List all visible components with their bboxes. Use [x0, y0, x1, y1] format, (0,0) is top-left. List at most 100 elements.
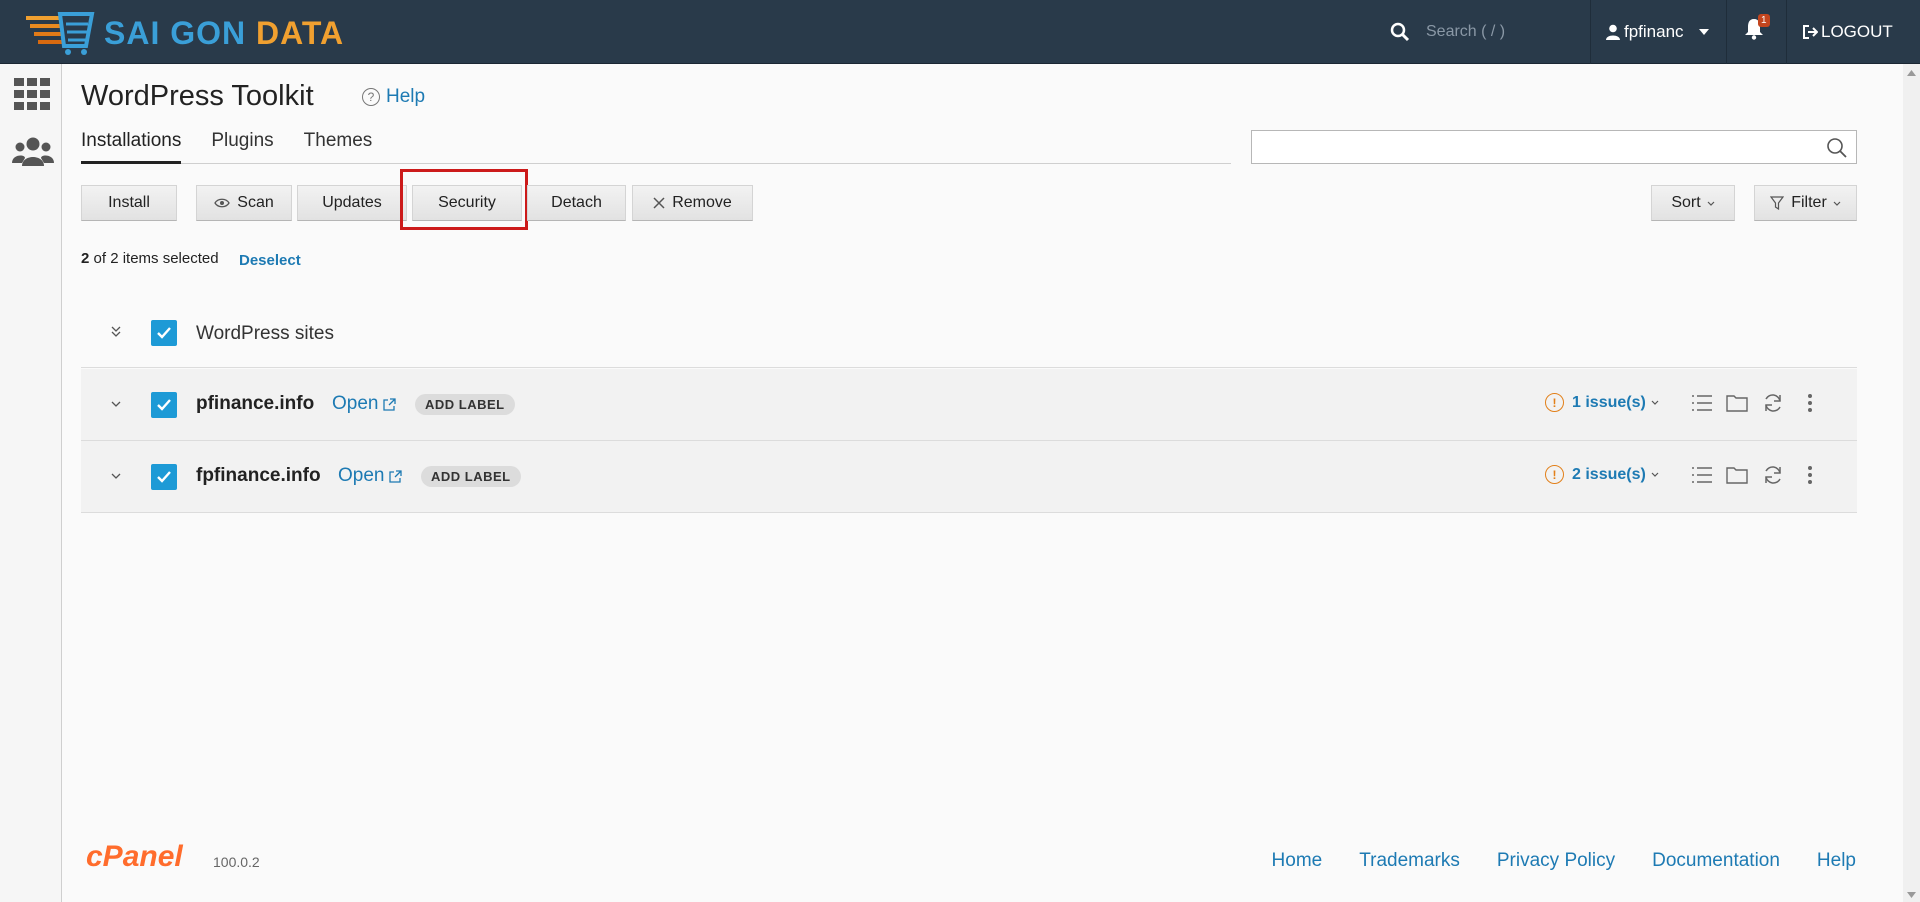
global-search-input[interactable] [1424, 22, 1574, 42]
tab-installations[interactable]: Installations [81, 130, 182, 164]
site-checkbox[interactable] [151, 392, 177, 418]
issues-link[interactable]: ! 1 issue(s) [1545, 393, 1659, 412]
install-button[interactable]: Install [81, 185, 177, 221]
chevron-down-icon [1833, 201, 1841, 206]
cart-logo-icon [26, 12, 95, 55]
more-options-icon[interactable] [1807, 393, 1813, 413]
add-label-chip[interactable]: ADD LABEL [421, 466, 521, 487]
checkmark-icon [157, 327, 171, 339]
footer-link-documentation[interactable]: Documentation [1652, 850, 1780, 872]
add-label-chip[interactable]: ADD LABEL [415, 394, 515, 415]
brand-name-part2: DATA [256, 14, 345, 51]
chevron-down-icon[interactable] [109, 470, 123, 484]
apps-grid-icon[interactable] [14, 78, 50, 110]
divider [1786, 0, 1787, 64]
cpanel-logo[interactable]: cPanel [86, 840, 183, 874]
users-icon[interactable] [12, 136, 54, 166]
footer-links: Home Trademarks Privacy Policy Documenta… [1235, 850, 1856, 872]
chevron-down-icon [1651, 400, 1659, 405]
help-link[interactable]: ? Help [362, 86, 425, 108]
notifications-button[interactable]: 1 [1744, 14, 1770, 46]
scroll-down-icon[interactable] [1907, 892, 1916, 898]
warning-icon: ! [1545, 465, 1564, 484]
checkmark-icon [157, 471, 171, 483]
issues-label: 1 issue(s) [1572, 393, 1646, 411]
site-row: fpfinance.info Open ADD LABEL ! 2 issue(… [81, 441, 1857, 513]
selection-suffix: of 2 items selected [93, 250, 219, 267]
external-link-icon [389, 469, 403, 483]
open-label: Open [338, 465, 385, 486]
search-icon[interactable] [1826, 137, 1848, 159]
scan-label: Scan [237, 194, 274, 211]
tab-themes[interactable]: Themes [304, 130, 373, 164]
chevron-down-icon [1651, 472, 1659, 477]
folder-icon[interactable] [1726, 465, 1748, 485]
group-row: WordPress sites [81, 300, 1857, 368]
site-name[interactable]: fpfinance.info [196, 465, 321, 487]
page-scrollbar[interactable] [1903, 64, 1920, 902]
filter-button[interactable]: Filter [1754, 185, 1857, 221]
help-label: Help [386, 86, 426, 107]
deselect-link[interactable]: Deselect [239, 252, 301, 269]
sort-label: Sort [1671, 194, 1701, 211]
tab-plugins[interactable]: Plugins [211, 130, 273, 164]
sort-button[interactable]: Sort [1651, 185, 1735, 221]
security-button[interactable]: Security [412, 185, 522, 221]
remove-label: Remove [672, 194, 732, 211]
open-label: Open [332, 393, 379, 414]
scan-button[interactable]: Scan [196, 185, 292, 221]
brand-logo[interactable]: SAI GON DATA [26, 10, 344, 56]
search-icon[interactable] [1390, 22, 1410, 42]
updates-button[interactable]: Updates [297, 185, 407, 221]
installations-search[interactable] [1251, 130, 1857, 164]
divider [1590, 0, 1591, 64]
site-name[interactable]: pfinance.info [196, 393, 314, 415]
more-options-icon[interactable] [1807, 465, 1813, 485]
footer-link-home[interactable]: Home [1272, 850, 1323, 872]
selection-summary: 2 of 2 items selected [81, 250, 219, 267]
close-icon [653, 197, 665, 209]
tab-bar: Installations Plugins Themes [81, 130, 1231, 164]
select-all-checkbox[interactable] [151, 320, 177, 346]
page-title: WordPress Toolkit [81, 80, 314, 112]
logout-icon [1803, 25, 1818, 39]
group-label: WordPress sites [196, 322, 334, 344]
list-icon[interactable] [1691, 393, 1713, 413]
brand-name-part1: SAI GON [104, 14, 247, 51]
external-link-icon [383, 397, 397, 411]
issues-link[interactable]: ! 2 issue(s) [1545, 465, 1659, 484]
eye-icon [214, 198, 231, 208]
detach-button[interactable]: Detach [527, 185, 626, 221]
scroll-up-icon[interactable] [1907, 70, 1916, 76]
footer-link-help[interactable]: Help [1817, 850, 1856, 872]
user-icon [1606, 24, 1620, 40]
sync-icon[interactable] [1762, 393, 1784, 413]
logout-label: LOGOUT [1821, 22, 1893, 41]
logout-button[interactable]: LOGOUT [1802, 0, 1893, 64]
selected-count: 2 [81, 250, 90, 267]
funnel-icon [1770, 196, 1785, 210]
username: fpfinanc [1624, 22, 1684, 41]
open-site-link[interactable]: Open [332, 393, 397, 415]
chevron-down-icon[interactable] [109, 398, 123, 412]
remove-button[interactable]: Remove [632, 185, 753, 221]
global-search[interactable] [1390, 0, 1590, 64]
user-menu[interactable]: fpfinanc [1606, 0, 1710, 64]
installations-search-input[interactable] [1258, 132, 1818, 162]
warning-icon: ! [1545, 393, 1564, 412]
folder-icon[interactable] [1726, 393, 1748, 413]
chevron-down-icon [1707, 201, 1715, 206]
question-icon: ? [362, 88, 380, 106]
brand-name: SAI GON DATA [104, 15, 344, 52]
issues-label: 2 issue(s) [1572, 465, 1646, 483]
version-number: 100.0.2 [213, 854, 260, 870]
site-row: pfinance.info Open ADD LABEL ! 1 issue(s… [81, 369, 1857, 441]
list-icon[interactable] [1691, 465, 1713, 485]
double-chevron-down-icon[interactable] [109, 325, 123, 339]
open-site-link[interactable]: Open [338, 465, 403, 487]
footer-link-trademarks[interactable]: Trademarks [1359, 850, 1460, 872]
sync-icon[interactable] [1762, 465, 1784, 485]
left-sidebar [0, 64, 62, 902]
site-checkbox[interactable] [151, 464, 177, 490]
footer-link-privacy-policy[interactable]: Privacy Policy [1497, 850, 1615, 872]
